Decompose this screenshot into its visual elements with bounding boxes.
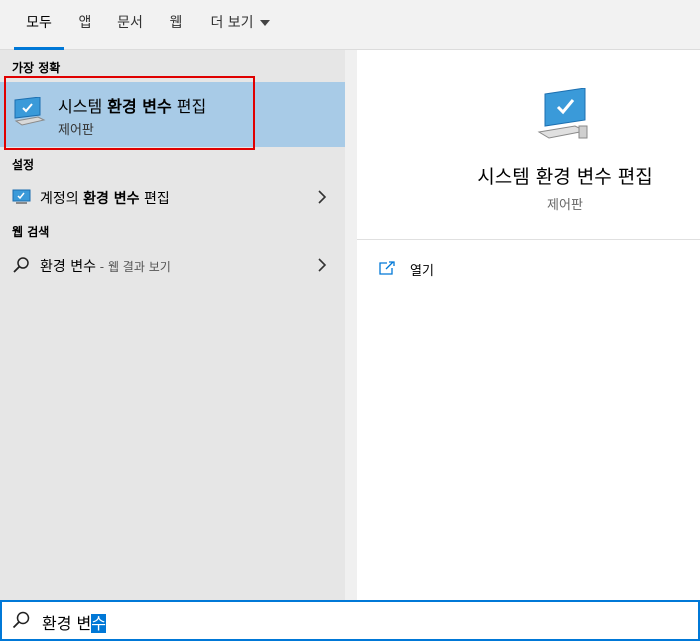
- tab-all-label: 모두: [26, 15, 52, 31]
- web-search-heading: 웹 검색: [12, 225, 50, 239]
- settings-label-part-3: 편집: [139, 191, 170, 207]
- settings-result-label: 계정의 환경 변수 편집: [40, 188, 170, 208]
- best-match-subtitle: 제어판: [58, 123, 94, 138]
- search-input[interactable]: 환경 변수: [42, 610, 106, 634]
- chevron-right-icon[interactable]: [317, 190, 327, 204]
- web-search-result[interactable]: 환경 변수 - 웹 결과 보기: [0, 247, 345, 283]
- detail-title: 시스템 환경 변수 편집: [477, 166, 653, 188]
- tab-documents-label: 문서: [117, 15, 143, 31]
- pane-divider: [345, 50, 357, 600]
- filter-tab-bar: 모두 앱 문서 웹 더 보기: [0, 0, 700, 50]
- web-search-label: 환경 변수 - 웹 결과 보기: [40, 256, 171, 276]
- best-match-heading: 가장 정확: [12, 61, 61, 75]
- open-icon: [379, 261, 395, 275]
- open-action[interactable]: 열기: [379, 259, 579, 281]
- tab-apps-label: 앱: [78, 15, 92, 31]
- web-search-query: 환경 변수: [40, 259, 96, 275]
- tab-apps[interactable]: 앱: [72, 0, 98, 50]
- settings-label-query: 환경 변수: [83, 191, 140, 207]
- tab-web[interactable]: 웹: [163, 0, 189, 50]
- detail-subtitle: 제어판: [547, 198, 583, 213]
- chevron-right-icon[interactable]: [317, 258, 327, 272]
- search-icon: [13, 257, 29, 273]
- settings-result[interactable]: 계정의 환경 변수 편집: [0, 179, 345, 215]
- search-selected-text: 수: [91, 614, 106, 633]
- tab-documents[interactable]: 문서: [113, 0, 147, 50]
- best-match-title: 시스템 환경 변수 편집: [58, 93, 206, 117]
- tab-all[interactable]: 모두: [14, 0, 64, 50]
- tab-web-label: 웹: [169, 15, 183, 31]
- tab-more-label: 더 보기: [210, 15, 254, 31]
- monitor-icon: [14, 97, 46, 126]
- caret-down-icon: [259, 20, 270, 26]
- tab-more[interactable]: 더 보기: [205, 0, 275, 50]
- best-match-title-part-3: 편집: [171, 97, 207, 116]
- search-text: 환경 변: [42, 614, 92, 633]
- best-match-result[interactable]: 시스템 환경 변수 편집 제어판: [0, 82, 345, 147]
- settings-heading: 설정: [12, 158, 35, 172]
- open-action-label: 열기: [410, 264, 434, 279]
- best-match-title-query: 환경 변수: [107, 97, 172, 116]
- web-search-suffix: - 웹 결과 보기: [95, 260, 171, 274]
- monitor-icon: [537, 88, 588, 139]
- best-match-title-part-1: 시스템: [58, 97, 108, 116]
- search-icon: [12, 611, 30, 629]
- search-box[interactable]: 환경 변수: [0, 600, 700, 641]
- display-settings-icon: [12, 189, 31, 204]
- results-pane: 가장 정확 시스템 환경 변수 편집 제어판 설정 계정의 환경 변수 편집 웹…: [0, 50, 345, 600]
- detail-separator: [357, 239, 700, 240]
- settings-label-part-1: 계정의: [40, 191, 84, 207]
- detail-pane: 시스템 환경 변수 편집 제어판 열기: [357, 62, 700, 600]
